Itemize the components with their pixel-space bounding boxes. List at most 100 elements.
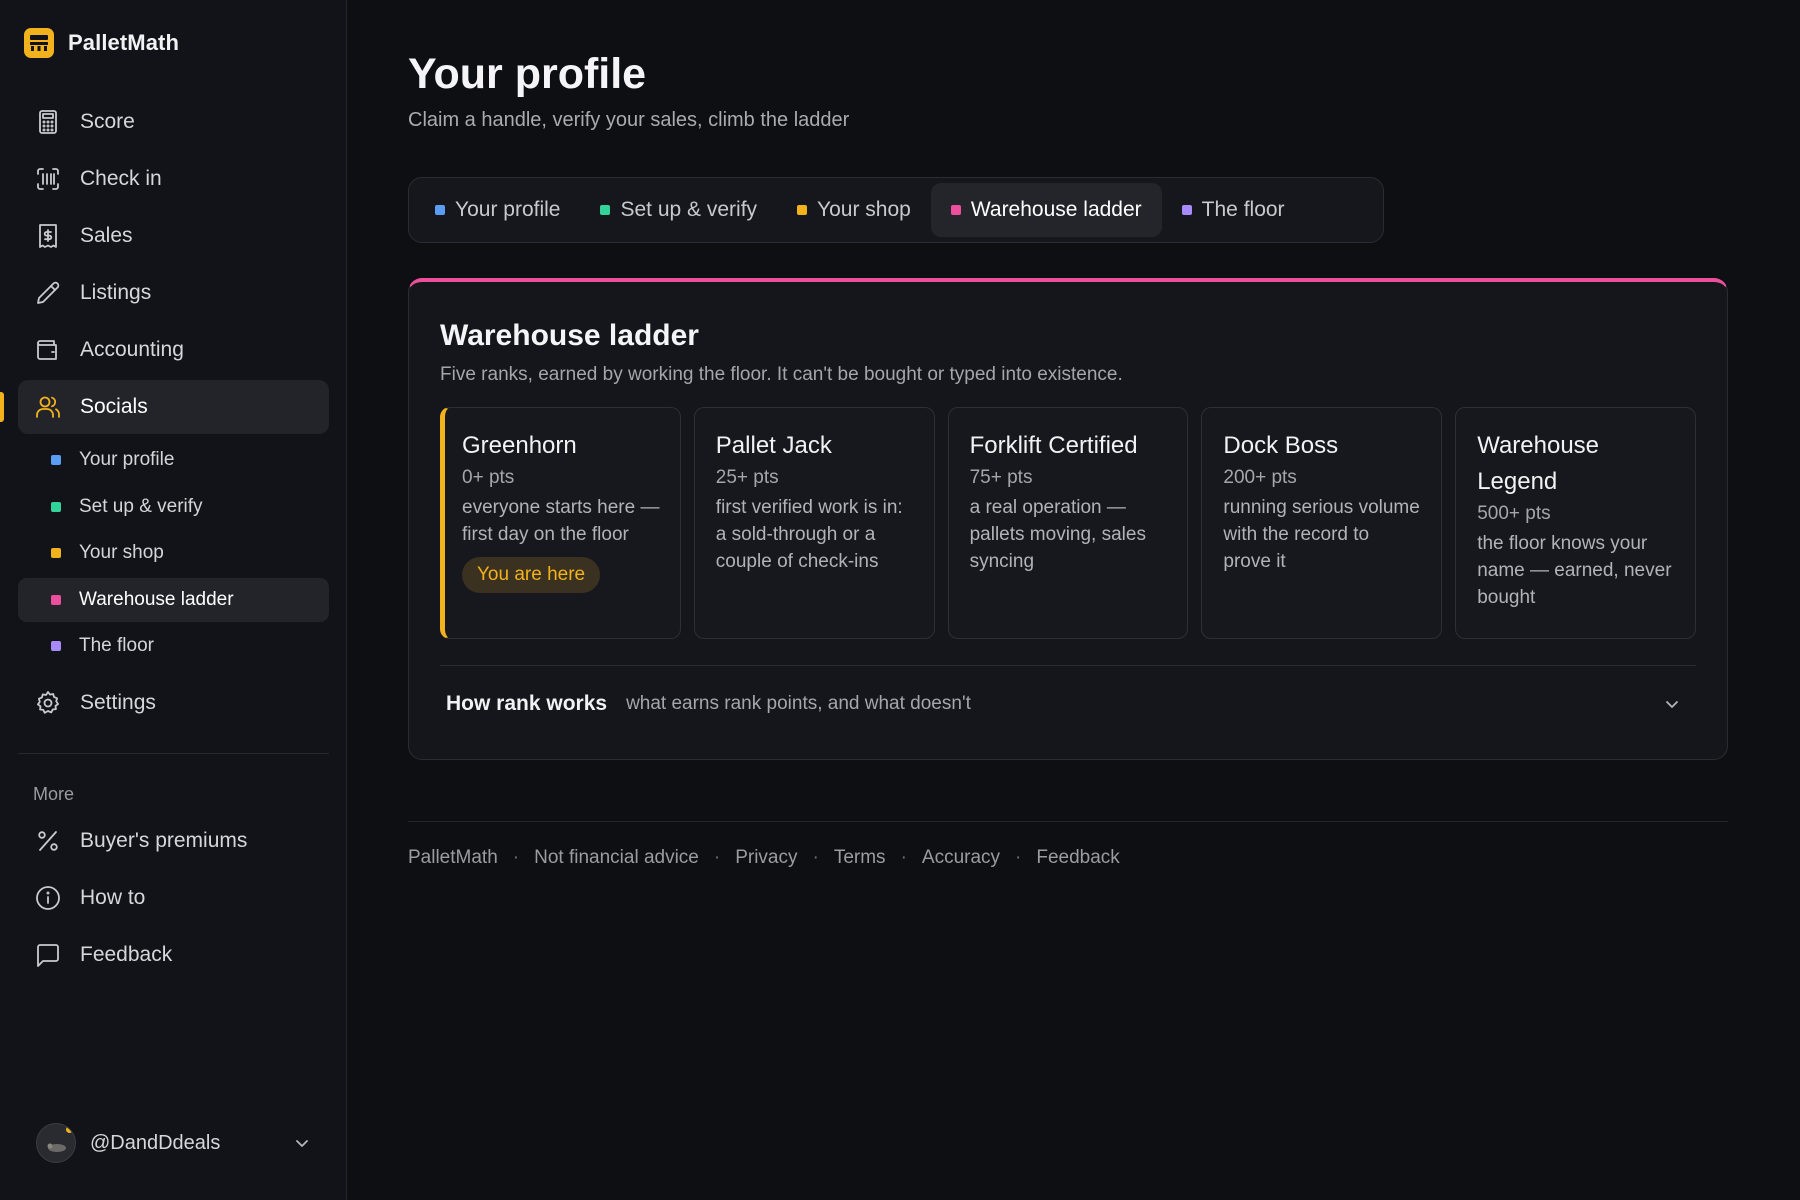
nav-label: Listings: [80, 281, 152, 304]
nav-item-buyers-premiums[interactable]: Buyer's premiums: [18, 814, 329, 868]
socials-subnav: Your profile Set up & verify Your shop W…: [18, 438, 329, 668]
gear-icon: [37, 691, 59, 714]
message-icon: [37, 944, 59, 967]
warehouse-ladder-card: Warehouse ladder Five ranks, earned by w…: [408, 278, 1728, 760]
color-dot: [51, 455, 61, 465]
nav-label: Settings: [80, 691, 156, 714]
rank-name: Warehouse Legend: [1477, 432, 1600, 495]
brand-name: PalletMath: [68, 30, 180, 55]
rank-card-forklift-certified: Forklift Certified 75+ pts a real operat…: [947, 407, 1189, 639]
footer-divider: [408, 821, 1728, 822]
subnav-label: Your shop: [79, 542, 164, 563]
rank-points: 500+ pts: [1477, 503, 1551, 524]
current-rank-badge: You are here: [462, 557, 601, 593]
nav-item-score[interactable]: Score: [18, 95, 329, 149]
pencil-icon: [37, 281, 60, 304]
card-title: Warehouse ladder: [440, 319, 699, 352]
rank-card-dock-boss: Dock Boss 200+ pts running serious volum…: [1201, 407, 1443, 639]
color-dot: [51, 548, 61, 558]
page-title: Your profile: [408, 50, 647, 98]
tab-label: The floor: [1201, 198, 1285, 221]
rank-points: 25+ pts: [715, 467, 779, 488]
wallet-icon: [37, 340, 57, 360]
rank-card-warehouse-legend: Warehouse Legend 500+ pts the floor know…: [1455, 407, 1696, 639]
nav-item-settings[interactable]: Settings: [18, 676, 329, 730]
section-tabs: Your profile Set up & verify Your shop W…: [408, 177, 1384, 243]
color-dot: [51, 594, 61, 605]
nav-label: Feedback: [80, 943, 173, 966]
rank-card-pallet-jack: Pallet Jack 25+ pts first verified work …: [693, 407, 935, 639]
tab-set-up-verify[interactable]: Set up & verify: [580, 183, 777, 237]
nav-label: Socials: [80, 395, 148, 418]
nav-label: How to: [80, 886, 146, 909]
rank-description: a real operation — pallets moving, sales…: [969, 497, 1146, 572]
color-dot: [435, 205, 445, 215]
subnav-label: The floor: [79, 635, 154, 656]
how-rank-works-toggle[interactable]: How rank works what earns rank points, a…: [440, 674, 1696, 734]
subnav-label: Your profile: [79, 449, 175, 470]
sidebar: PalletMath Score Check in Sales Listings…: [0, 0, 347, 1200]
footer-brand: PalletMath: [408, 847, 498, 868]
subnav-warehouse-ladder[interactable]: Warehouse ladder: [18, 577, 329, 622]
tab-label: Set up & verify: [620, 198, 758, 221]
footer-link-feedback[interactable]: Feedback: [1036, 847, 1119, 869]
color-dot: [51, 641, 61, 651]
subnav-set-up-verify[interactable]: Set up & verify: [18, 485, 329, 529]
rank-points: 0+ pts: [462, 467, 515, 488]
footer-link-privacy[interactable]: Privacy: [735, 847, 797, 869]
color-dot: [51, 501, 61, 512]
calculator-icon: [39, 110, 57, 134]
nav-item-check-in[interactable]: Check in: [18, 152, 329, 206]
subnav-the-floor[interactable]: The floor: [18, 624, 329, 668]
card-divider: [440, 665, 1696, 666]
main-nav: Score Check in Sales Listings Accounting…: [0, 95, 329, 733]
rank-description: running serious volume with the record t…: [1223, 497, 1420, 572]
nav-item-feedback[interactable]: Feedback: [18, 928, 329, 982]
nav-item-accounting[interactable]: Accounting: [18, 323, 329, 377]
rank-description: first verified work is in: a sold-throug…: [715, 497, 903, 572]
footer-separator: ·: [900, 847, 907, 868]
color-dot: [797, 205, 808, 215]
footer-link-not-financial-advice[interactable]: Not financial advice: [534, 847, 699, 869]
tab-warehouse-ladder[interactable]: Warehouse ladder: [930, 183, 1162, 237]
tab-your-profile[interactable]: Your profile: [415, 183, 580, 237]
rank-points: 200+ pts: [1223, 467, 1297, 488]
tab-label: Your profile: [455, 198, 561, 221]
user-menu[interactable]: @DandDdeals: [36, 1121, 312, 1165]
nav-label: Buyer's premiums: [80, 829, 248, 852]
nav-item-socials[interactable]: Socials: [0, 380, 329, 434]
sidebar-divider: [18, 753, 329, 754]
subnav-your-shop[interactable]: Your shop: [18, 531, 329, 575]
footer-link-terms[interactable]: Terms: [834, 847, 886, 869]
nav-label: Accounting: [80, 338, 184, 361]
brand[interactable]: PalletMath: [24, 26, 179, 60]
more-nav: Buyer's premiums How to Feedback: [18, 814, 329, 985]
more-section-label: More: [33, 784, 75, 804]
nav-item-sales[interactable]: Sales: [18, 209, 329, 263]
rank-description: everyone starts here — first day on the …: [462, 497, 660, 545]
avatar: [36, 1123, 76, 1163]
tab-label: Warehouse ladder: [970, 198, 1142, 221]
footer-separator: ·: [812, 847, 819, 868]
scan-barcode-icon: [37, 168, 59, 190]
rank-description: the floor knows your name — earned, neve…: [1477, 533, 1672, 608]
footer-separator: ·: [1015, 847, 1022, 868]
rank-name: Forklift Certified: [969, 432, 1138, 459]
subnav-label: Set up & verify: [79, 495, 203, 517]
chevron-down-icon: [296, 1140, 308, 1147]
nav-label: Sales: [80, 224, 133, 247]
color-dot: [1181, 205, 1192, 215]
rank-card-greenhorn: Greenhorn 0+ pts everyone starts here — …: [440, 407, 681, 639]
tab-the-floor[interactable]: The floor: [1162, 183, 1305, 237]
subnav-label: Warehouse ladder: [79, 588, 234, 610]
rank-name: Dock Boss: [1223, 432, 1339, 459]
rank-list: Greenhorn 0+ pts everyone starts here — …: [440, 407, 1696, 639]
how-rank-works-title: How rank works: [446, 692, 608, 715]
footer: PalletMath · Not financial advice · Priv…: [408, 847, 1120, 869]
color-dot: [950, 205, 961, 215]
footer-link-accuracy[interactable]: Accuracy: [922, 847, 1000, 869]
nav-item-listings[interactable]: Listings: [18, 266, 329, 320]
tab-your-shop[interactable]: Your shop: [777, 183, 931, 237]
subnav-your-profile[interactable]: Your profile: [18, 438, 329, 482]
nav-item-how-to[interactable]: How to: [18, 871, 329, 925]
